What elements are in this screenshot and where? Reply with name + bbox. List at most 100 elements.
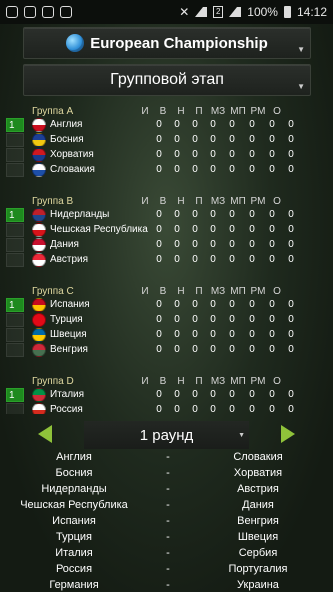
- column-header: РМ: [250, 376, 266, 387]
- team-row[interactable]: 1 Италия 0 0 0 0 0 0 0 0: [6, 387, 309, 402]
- team-row[interactable]: Россия 0 0 0 0 0 0 0 0: [6, 402, 309, 414]
- round-navigation: 1 раунд ▼: [0, 421, 333, 449]
- team-row[interactable]: Дания 0 0 0 0 0 0 0 0: [6, 237, 309, 252]
- match-row[interactable]: Испания - Венгрия: [0, 513, 333, 529]
- flag-icon: [32, 117, 46, 132]
- stat-cell: 0: [174, 389, 180, 400]
- team-row[interactable]: Швеция 0 0 0 0 0 0 0 0: [6, 327, 309, 342]
- group-name: Группа B: [32, 196, 74, 207]
- position-badge: [6, 327, 24, 342]
- stat-cell: 0: [192, 209, 198, 220]
- group-name: Группа C: [32, 286, 74, 297]
- stat-cell: 0: [249, 239, 255, 250]
- stat-cell: 0: [249, 389, 255, 400]
- home-team: Россия: [55, 563, 93, 575]
- team-name: Италия: [50, 389, 85, 400]
- flag-icon: [32, 327, 46, 342]
- away-team: Португалия: [228, 563, 288, 575]
- stat-cell: 0: [249, 149, 255, 160]
- stat-cell: 0: [229, 314, 235, 325]
- stat-cell: 0: [269, 329, 275, 340]
- team-row[interactable]: Босния 0 0 0 0 0 0 0 0: [6, 132, 309, 147]
- match-row[interactable]: Германия - Украина: [0, 577, 333, 592]
- stat-cell: 0: [288, 314, 294, 325]
- flag-icon: [32, 162, 46, 177]
- team-row[interactable]: Австрия 0 0 0 0 0 0 0 0: [6, 252, 309, 267]
- stat-cell: 0: [269, 254, 275, 265]
- match-row[interactable]: Россия - Португалия: [0, 561, 333, 577]
- match-row[interactable]: Италия - Сербия: [0, 545, 333, 561]
- match-row[interactable]: Чешская Республика - Дания: [0, 497, 333, 513]
- stat-cell: 0: [192, 149, 198, 160]
- stat-cell: 0: [229, 119, 235, 130]
- stat-cell: 0: [156, 239, 162, 250]
- position-badge: 1: [6, 207, 24, 222]
- team-name: Испания: [50, 299, 90, 310]
- stat-cell: 0: [210, 164, 216, 175]
- notification-icons: [6, 6, 72, 18]
- column-header: МП: [230, 196, 246, 207]
- match-row[interactable]: Нидерланды - Австрия: [0, 481, 333, 497]
- column-header: О: [273, 286, 281, 297]
- position-badge: [6, 132, 24, 147]
- next-round-arrow-icon[interactable]: [281, 425, 295, 443]
- team-row[interactable]: Хорватия 0 0 0 0 0 0 0 0: [6, 147, 309, 162]
- match-row[interactable]: Босния - Хорватия: [0, 465, 333, 481]
- flag-icon: [32, 222, 46, 237]
- championship-label: European Championship: [90, 34, 268, 52]
- match-list: Англия - Словакия Босния - Хорватия Нидерланды…: [0, 449, 333, 592]
- group-table: Группа A И В Н П МЗ МП РМ О 1 Англия 0 0 0 0 0 0 0 0 Босния…: [6, 101, 309, 191]
- stat-cell: 0: [269, 299, 275, 310]
- stat-cell: 0: [249, 329, 255, 340]
- match-row[interactable]: Англия - Словакия: [0, 449, 333, 465]
- stat-cell: 0: [174, 209, 180, 220]
- column-header: И: [141, 286, 149, 297]
- column-header: В: [159, 196, 167, 207]
- stat-cell: 0: [192, 164, 198, 175]
- stat-cell: 0: [288, 209, 294, 220]
- previous-round-arrow-icon[interactable]: [38, 425, 52, 443]
- championship-select[interactable]: European Championship ▼: [23, 27, 311, 59]
- stage-select[interactable]: Групповой этап ▼: [23, 64, 311, 96]
- team-row[interactable]: Чешская Республика 0 0 0 0 0 0 0 0: [6, 222, 309, 237]
- group-header: Группа A И В Н П МЗ МП РМ О: [6, 101, 309, 117]
- stat-cell: 0: [269, 119, 275, 130]
- column-header: Н: [177, 286, 185, 297]
- stat-cell: 0: [249, 164, 255, 175]
- stat-cell: 0: [288, 119, 294, 130]
- stat-cell: 0: [156, 389, 162, 400]
- globe-icon: [66, 34, 85, 52]
- column-header: РМ: [250, 106, 266, 117]
- group-header: Группа C И В Н П МЗ МП РМ О: [6, 281, 309, 297]
- column-header: П: [195, 106, 203, 117]
- team-row[interactable]: 1 Испания 0 0 0 0 0 0 0 0: [6, 297, 309, 312]
- stat-cell: 0: [249, 119, 255, 130]
- stat-cell: 0: [174, 314, 180, 325]
- group-tables[interactable]: Группа A И В Н П МЗ МП РМ О 1 Англия 0 0 0 0 0 0 0 0 Босния…: [6, 101, 309, 414]
- round-label: 1 раунд: [139, 426, 194, 444]
- team-row[interactable]: Турция 0 0 0 0 0 0 0 0: [6, 312, 309, 327]
- team-name: Дания: [50, 239, 79, 250]
- column-header: О: [273, 106, 281, 117]
- stat-cell: 0: [156, 164, 162, 175]
- stat-cell: 0: [288, 299, 294, 310]
- stat-cell: 0: [288, 389, 294, 400]
- team-row[interactable]: 1 Нидерланды 0 0 0 0 0 0 0 0: [6, 207, 309, 222]
- stat-cell: 0: [174, 119, 180, 130]
- stat-cell: 0: [174, 344, 180, 355]
- stat-cell: 0: [192, 119, 198, 130]
- match-row[interactable]: Турция - Швеция: [0, 529, 333, 545]
- round-select[interactable]: 1 раунд ▼: [84, 421, 249, 449]
- stat-cell: 0: [192, 389, 198, 400]
- team-row[interactable]: Словакия 0 0 0 0 0 0 0 0: [6, 162, 309, 177]
- team-row[interactable]: 1 Англия 0 0 0 0 0 0 0 0: [6, 117, 309, 132]
- team-row[interactable]: Венгрия 0 0 0 0 0 0 0 0: [6, 342, 309, 357]
- battery-icon: [283, 6, 291, 18]
- flag-icon: [32, 147, 46, 162]
- position-badge: [6, 237, 24, 252]
- stat-cell: 0: [156, 404, 162, 414]
- column-header: МЗ: [210, 286, 226, 297]
- team-name: Турция: [50, 314, 83, 325]
- flag-icon: [32, 297, 46, 312]
- flag-icon: [32, 252, 46, 267]
